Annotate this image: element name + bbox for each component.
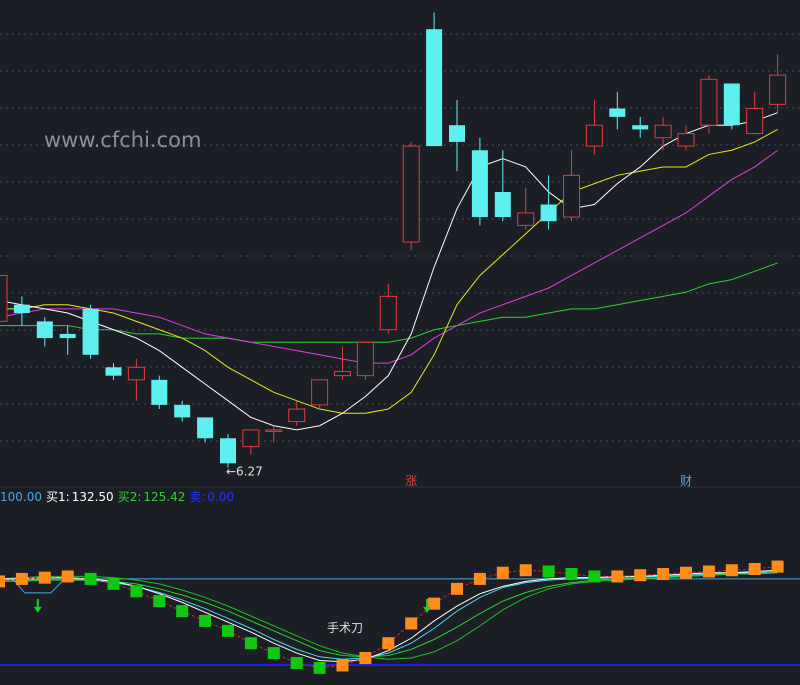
indicator-bar bbox=[542, 565, 555, 578]
candle-body-up bbox=[746, 108, 764, 135]
candle-body-up bbox=[563, 174, 580, 218]
candle-body-up bbox=[127, 366, 145, 381]
candle-body-up bbox=[288, 408, 306, 423]
indicator-bar bbox=[290, 656, 303, 669]
indicator-bar bbox=[519, 564, 532, 577]
indicator-bar bbox=[611, 570, 624, 583]
candle-body-up bbox=[654, 124, 672, 139]
indicator-bar bbox=[244, 637, 257, 650]
indicator-bar bbox=[107, 577, 120, 590]
candle-body-down bbox=[609, 108, 626, 117]
buy1-label: 买1: bbox=[46, 490, 70, 504]
indicator-bar bbox=[680, 566, 692, 579]
indicator-bar bbox=[199, 614, 212, 627]
indicator-bar bbox=[0, 575, 5, 588]
indicator-bar bbox=[473, 572, 486, 585]
candle-body-up bbox=[769, 74, 787, 105]
candle-body-down bbox=[449, 125, 465, 142]
event-marker: 涨 bbox=[405, 473, 417, 488]
indicator-bar bbox=[267, 647, 280, 660]
indicator-bar bbox=[336, 659, 349, 672]
candle-body-down bbox=[151, 379, 168, 405]
candle-body-up bbox=[0, 274, 8, 322]
candle-body-up bbox=[402, 145, 420, 243]
candle-body-down bbox=[197, 417, 214, 439]
candle-body-up bbox=[585, 124, 603, 147]
candle-body-down bbox=[82, 308, 99, 355]
indicator-bar bbox=[634, 569, 647, 582]
candle-body-up bbox=[356, 341, 374, 377]
candle-body-down bbox=[13, 304, 30, 314]
indicator-bar bbox=[382, 637, 395, 650]
candle-body-down bbox=[540, 204, 557, 222]
low-price-label: ←6.27 bbox=[226, 464, 263, 478]
status-value-0: 100.00 bbox=[0, 490, 42, 504]
buy2-label: 买2: bbox=[117, 490, 142, 504]
sell-value: 0.00 bbox=[207, 490, 235, 504]
indicator-bar bbox=[222, 624, 234, 637]
candle-body-down bbox=[174, 404, 191, 418]
indicator-bar bbox=[153, 595, 166, 608]
indicator-label: 手术刀 bbox=[327, 621, 363, 635]
indicator-bar bbox=[702, 565, 715, 578]
indicator-bar bbox=[405, 617, 418, 630]
indicator-bar bbox=[657, 567, 670, 580]
indicator-status-bar: 100.00 买1: 132.50 买2: 125.42 卖: 0.00 bbox=[0, 489, 800, 505]
indicator-bar bbox=[748, 563, 761, 576]
candle-body-up bbox=[700, 78, 718, 126]
indicator-bar bbox=[38, 571, 51, 584]
indicator-bar bbox=[359, 652, 372, 665]
indicator-bar bbox=[84, 572, 97, 585]
indicator-bar bbox=[451, 582, 463, 595]
candle-body-down bbox=[494, 192, 511, 218]
indicator-bar bbox=[565, 567, 578, 580]
candle-body-up bbox=[379, 295, 397, 331]
candle-body-down bbox=[220, 438, 236, 464]
candle-body-down bbox=[105, 367, 122, 376]
indicator-bar bbox=[771, 560, 784, 573]
candle-body-up bbox=[517, 212, 535, 226]
indicator-bar bbox=[61, 570, 74, 583]
candle-body-down bbox=[59, 333, 76, 339]
watermark: www.cfchi.com bbox=[44, 128, 202, 152]
sell-label: 卖: bbox=[189, 490, 206, 504]
indicator-bar bbox=[176, 605, 189, 618]
buy2-value: 125.42 bbox=[143, 490, 186, 504]
candle-body-up bbox=[242, 429, 260, 448]
buy-arrow-head bbox=[33, 606, 42, 613]
candle-body-up bbox=[677, 133, 695, 147]
buy1-value: 132.50 bbox=[71, 490, 114, 504]
candle-body-up bbox=[265, 429, 283, 432]
indicator-bar bbox=[725, 564, 738, 577]
event-marker: 财 bbox=[680, 474, 692, 488]
candle-body-down bbox=[723, 83, 740, 126]
candle-body-up bbox=[311, 379, 329, 406]
candle-body-down bbox=[471, 150, 488, 218]
stock-chart: ←6.27 涨 财手术刀 bbox=[0, 12, 800, 674]
candle-body-down bbox=[632, 125, 649, 130]
ma5-line bbox=[0, 112, 778, 431]
indicator-bar bbox=[130, 585, 143, 598]
indicator-bar bbox=[496, 566, 509, 579]
candle-body-up bbox=[334, 370, 351, 377]
candle-body-down bbox=[426, 29, 443, 147]
indicator-bar bbox=[588, 570, 601, 583]
indicator-bar bbox=[313, 661, 326, 674]
indicator-bar bbox=[15, 572, 28, 585]
candle-body-down bbox=[36, 321, 53, 339]
